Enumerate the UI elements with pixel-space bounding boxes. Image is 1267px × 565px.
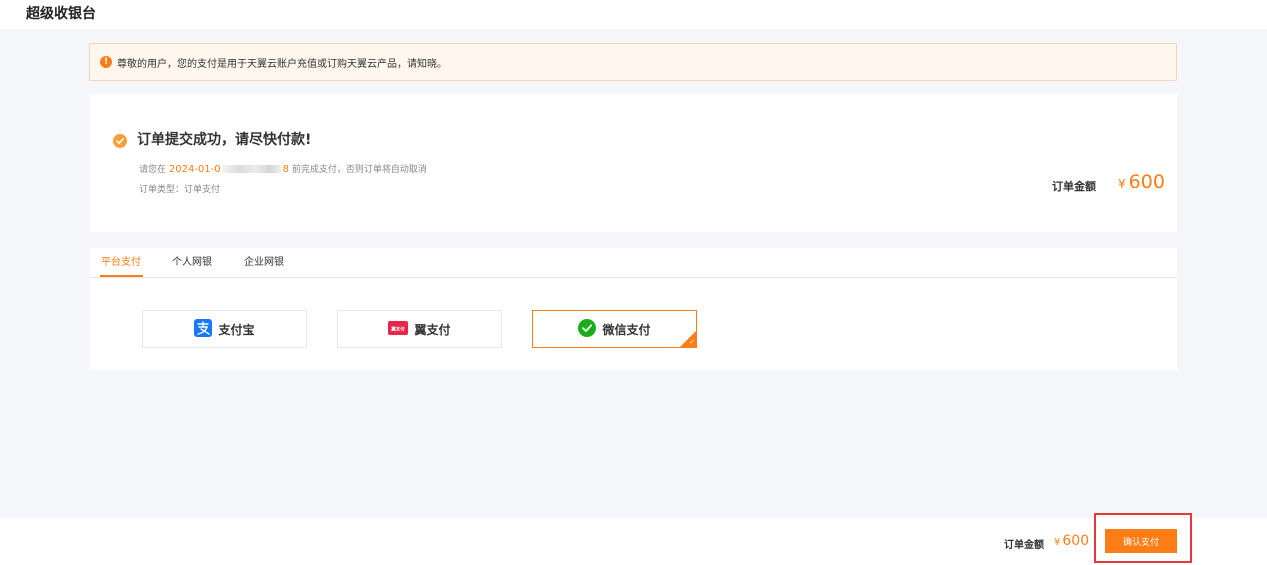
wechat-pay-option[interactable]: 微信支付 ✓ [532,310,697,348]
tab-personal-bank[interactable]: 个人网银 [172,257,212,269]
payment-tabs: 平台支付 个人网银 企业网银 [90,248,1177,278]
wechat-pay-icon [578,318,597,340]
redacted-mask [222,165,281,173]
wechat-pay-label: 微信支付 [602,322,651,337]
footer-currency-symbol: ¥ [1054,537,1061,548]
bestpay-icon: 翼支付 [388,320,409,338]
top-bar: 超级收银台 [0,0,1267,29]
currency-symbol: ¥ [1118,177,1126,191]
order-success-title: 订单提交成功，请尽快付款! [137,132,312,148]
bottom-bar: 订单金额 ¥600 确认支付 [0,513,1267,565]
deadline-date-tail: 8 [282,164,290,175]
order-amount: ¥600 [1118,170,1165,196]
deadline-date-visible: 2024-01-0 [168,164,221,175]
order-amount-value: 600 [1128,171,1165,193]
payment-method-card: 平台支付 个人网银 企业网银 支付宝 翼支付 翼支付 微信支付 ✓ [90,248,1177,370]
alipay-icon [194,318,213,340]
footer-amount-value: 600 [1062,533,1090,549]
order-type: 订单类型：订单支付 [139,185,221,195]
check-icon: ✓ [689,338,695,346]
app-title: 超级收银台 [26,6,96,22]
alipay-label: 支付宝 [218,322,255,337]
bestpay-option[interactable]: 翼支付 翼支付 [337,310,502,348]
notice-banner: ! 尊敬的用户，您的支付是用于天翼云账户充值或订购天翼云产品，请知晓。 [89,43,1177,81]
payment-deadline: 请您在 2024-01-0 8 前完成支付，否则订单将自动取消 [139,164,427,176]
deadline-prefix: 请您在 [139,165,167,175]
footer-amount: ¥600 [1054,532,1089,552]
bestpay-label: 翼支付 [414,322,451,337]
order-amount-label: 订单金额 [1052,180,1096,193]
check-circle-icon [113,134,127,148]
confirm-pay-button[interactable]: 确认支付 [1105,529,1177,553]
deadline-date: 2024-01-0 8 [169,164,289,175]
alipay-option[interactable]: 支付宝 [142,310,307,348]
bestpay-icon-text: 翼支付 [391,325,406,332]
order-summary-card: 订单提交成功，请尽快付款! 请您在 2024-01-0 8 前完成支付，否则订单将… [90,94,1177,232]
notice-text: 尊敬的用户，您的支付是用于天翼云账户充值或订购天翼云产品，请知晓。 [117,58,447,70]
tab-platform-pay[interactable]: 平台支付 [101,257,141,269]
warning-icon: ! [100,56,112,68]
footer-amount-label: 订单金额 [1004,540,1044,551]
tab-enterprise-bank[interactable]: 企业网银 [244,257,284,269]
active-tab-indicator [100,275,143,277]
deadline-suffix: 前完成支付，否则订单将自动取消 [291,165,427,175]
